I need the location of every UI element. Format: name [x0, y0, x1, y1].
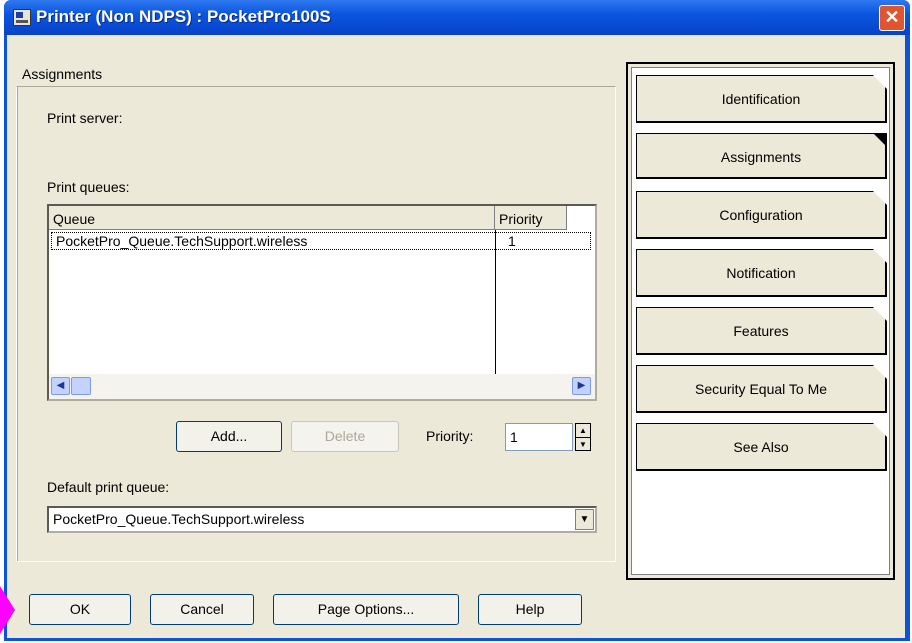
- delete-button-label: Delete: [324, 428, 366, 444]
- column-header-queue[interactable]: Queue: [49, 206, 495, 230]
- tab-configuration[interactable]: Configuration: [636, 191, 887, 239]
- scroll-thumb[interactable]: [71, 377, 91, 395]
- cancel-button-label: Cancel: [180, 601, 224, 617]
- chevron-down-icon[interactable]: ▼: [575, 509, 594, 530]
- column-header-priority[interactable]: Priority: [495, 206, 567, 230]
- tab-corner-fold: [873, 249, 887, 263]
- print-queues-label: Print queues:: [47, 179, 130, 195]
- assignments-group-label: Assignments: [22, 66, 103, 82]
- tab-corner-fold: [873, 133, 887, 147]
- tab-label: Configuration: [719, 207, 803, 223]
- printer-app-icon: [13, 9, 31, 26]
- help-button-label: Help: [515, 601, 545, 617]
- tab-label: Identification: [721, 91, 801, 107]
- add-button-label: Add...: [210, 428, 248, 444]
- priority-label: Priority:: [426, 428, 474, 444]
- pointer-arrow-icon: [0, 586, 15, 634]
- tab-assignments[interactable]: Assignments: [636, 133, 887, 179]
- priority-field[interactable]: 1: [505, 423, 573, 451]
- default-queue-label: Default print queue:: [47, 479, 170, 495]
- tab-corner-fold: [873, 423, 887, 437]
- tab-corner-fold: [873, 307, 887, 321]
- tab-corner-fold: [873, 365, 887, 379]
- tab-corner-fold: [873, 75, 887, 89]
- scroll-right-icon[interactable]: ▶: [572, 377, 591, 395]
- tab-notification[interactable]: Notification: [636, 249, 887, 297]
- spin-down-icon[interactable]: ▼: [576, 438, 590, 451]
- table-row[interactable]: PocketPro_Queue.TechSupport.wireless 1: [51, 232, 591, 250]
- window-title: Printer (Non NDPS) : PocketPro100S: [36, 7, 331, 26]
- horizontal-scrollbar[interactable]: ◀ ▶: [49, 374, 595, 399]
- priority-cell: 1: [508, 233, 516, 249]
- list-header: Queue Priority: [49, 206, 595, 230]
- tab-label: Notification: [726, 265, 796, 281]
- tab-label: Security Equal To Me: [694, 381, 828, 397]
- close-button[interactable]: ✕: [879, 5, 905, 31]
- tab-label: Assignments: [720, 149, 802, 165]
- page-options-button[interactable]: Page Options...: [273, 594, 459, 625]
- scroll-left-icon[interactable]: ◀: [51, 377, 70, 395]
- tab-features[interactable]: Features: [636, 307, 887, 355]
- delete-button[interactable]: Delete: [291, 421, 399, 452]
- tab-see-also[interactable]: See Also: [636, 423, 887, 471]
- priority-spin-buttons[interactable]: ▲ ▼: [575, 423, 591, 451]
- cancel-button[interactable]: Cancel: [150, 594, 254, 625]
- tab-identification[interactable]: Identification: [636, 75, 887, 123]
- priority-stepper[interactable]: 1 ▲ ▼: [505, 423, 593, 451]
- queue-cell: PocketPro_Queue.TechSupport.wireless: [56, 233, 308, 249]
- page-options-button-label: Page Options...: [317, 601, 415, 617]
- help-button[interactable]: Help: [478, 594, 582, 625]
- default-queue-value: PocketPro_Queue.TechSupport.wireless: [53, 511, 305, 527]
- print-server-label: Print server:: [47, 110, 123, 126]
- ok-button-label: OK: [69, 601, 91, 617]
- tab-label: See Also: [733, 439, 789, 455]
- tab-label: Features: [733, 323, 789, 339]
- tab-corner-fold: [873, 191, 887, 205]
- spin-up-icon[interactable]: ▲: [576, 424, 590, 438]
- add-button[interactable]: Add...: [176, 421, 282, 452]
- title-bar[interactable]: Printer (Non NDPS) : PocketPro100S ✕: [4, 0, 910, 35]
- ok-button[interactable]: OK: [29, 594, 131, 625]
- print-queues-list[interactable]: Queue Priority PocketPro_Queue.TechSuppo…: [47, 204, 597, 401]
- tab-security-equal-to-me[interactable]: Security Equal To Me: [636, 365, 887, 413]
- default-queue-select[interactable]: PocketPro_Queue.TechSupport.wireless ▼: [47, 506, 597, 533]
- column-divider: [495, 230, 496, 374]
